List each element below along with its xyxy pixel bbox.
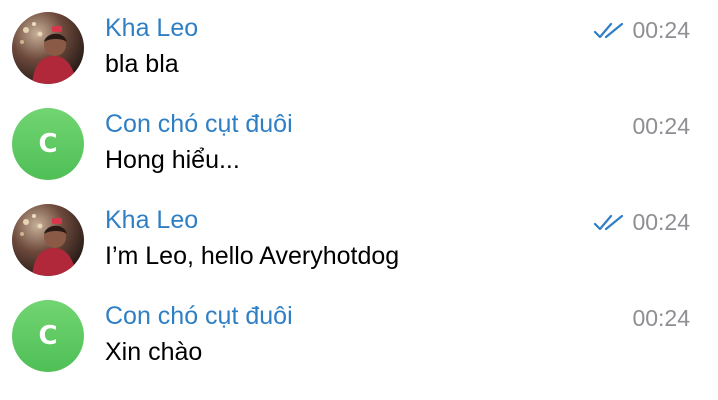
contact-name: Con chó cụt đuôi xyxy=(105,110,293,138)
message-meta: 00:24 xyxy=(594,17,690,44)
avatar-photo-icon xyxy=(12,12,84,84)
contact-name: Con chó cụt đuôi xyxy=(105,302,293,330)
avatar-photo-icon xyxy=(12,204,84,276)
timestamp: 00:24 xyxy=(632,305,690,331)
chat-row[interactable]: C Con chó cụt đuôi Hong hiểu... 00:24 xyxy=(0,96,718,192)
chat-row[interactable]: Kha Leo bla bla 00:24 xyxy=(0,0,718,96)
message-preview: Xin chào xyxy=(105,338,203,366)
avatar-letter: C xyxy=(38,321,58,351)
chat-list: Kha Leo bla bla 00:24 C Con chó cụt đuôi… xyxy=(0,0,718,400)
timestamp: 00:24 xyxy=(632,113,690,139)
timestamp: 00:24 xyxy=(632,209,690,235)
chat-row[interactable]: C Con chó cụt đuôi Xin chào 00:24 xyxy=(0,288,718,384)
message-meta: 00:24 xyxy=(594,209,690,236)
double-check-icon xyxy=(594,214,624,232)
message-preview: I’m Leo, hello Averyhotdog xyxy=(105,242,400,270)
timestamp: 00:24 xyxy=(632,17,690,43)
avatar: C xyxy=(12,108,84,180)
contact-name: Kha Leo xyxy=(105,14,199,42)
avatar xyxy=(12,204,84,276)
avatar: C xyxy=(12,300,84,372)
message-preview: Hong hiểu... xyxy=(105,146,240,174)
chat-row[interactable]: Kha Leo I’m Leo, hello Averyhotdog 00:24 xyxy=(0,192,718,288)
avatar-letter: C xyxy=(38,129,58,159)
message-meta: 00:24 xyxy=(632,113,690,140)
contact-name: Kha Leo xyxy=(105,206,199,234)
message-meta: 00:24 xyxy=(632,305,690,332)
avatar xyxy=(12,12,84,84)
message-preview: bla bla xyxy=(105,50,179,78)
double-check-icon xyxy=(594,22,624,40)
